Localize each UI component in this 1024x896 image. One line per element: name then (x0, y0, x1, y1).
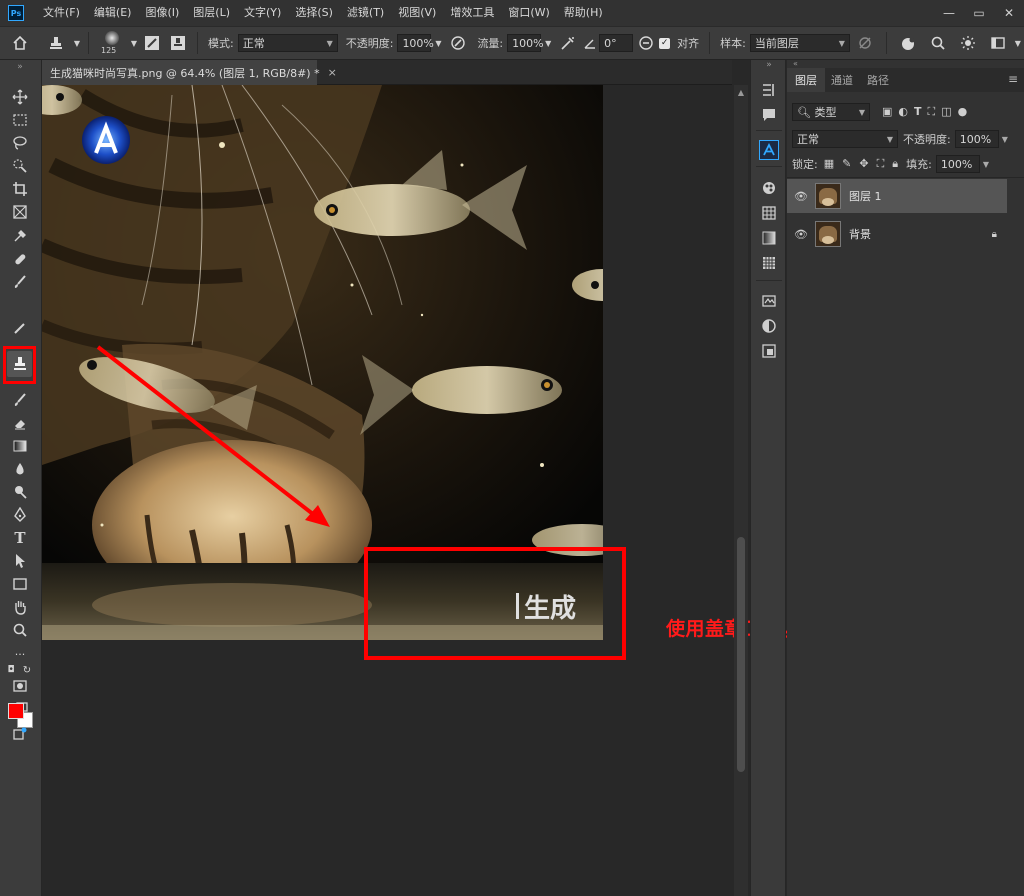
layer-filter-select[interactable]: 🔍︎ 类型 ▼ (792, 103, 870, 121)
adobe-app-icon[interactable] (759, 140, 779, 160)
lock-position-icon[interactable]: ✥ (859, 157, 868, 171)
blend-mode-select[interactable]: 正常 ▼ (792, 130, 898, 148)
tab-channels[interactable]: 通道 (823, 68, 861, 92)
layer-opacity-input[interactable]: 100% (954, 130, 999, 148)
lock-transparent-icon[interactable]: ▦ (824, 157, 834, 171)
visibility-eye-icon[interactable]: 👁︎ (787, 228, 815, 241)
comments-panel-icon[interactable] (759, 105, 779, 125)
filter-toggle-icon[interactable]: ● (958, 105, 968, 119)
search-icon: 🔍︎ (797, 106, 811, 119)
layers-panel: « 图层 通道 路径 ≡ 🔍︎ 类型 ▼ ▣ ◐ T ⛶ ◫ ● 正常 ▼ 不透… (787, 60, 1024, 896)
collapse-icon[interactable]: « (787, 60, 1024, 68)
foreground-color-swatch[interactable] (8, 703, 24, 719)
libraries-panel-icon[interactable] (759, 341, 779, 361)
panel-menu-icon[interactable]: ≡ (1008, 72, 1018, 86)
chevron-down-icon[interactable]: ▼ (1002, 135, 1008, 144)
arrow-line (96, 345, 320, 520)
fill-input[interactable]: 100% (935, 155, 980, 173)
divider (787, 177, 1024, 178)
lock-all-icon[interactable]: 🔒︎ (892, 157, 898, 171)
blend-mode-value: 正常 (797, 133, 819, 146)
chevron-down-icon: ▼ (858, 107, 865, 117)
color-panel-icon[interactable] (759, 178, 779, 198)
divider (756, 280, 782, 281)
filter-pixel-icon[interactable]: ▣ (882, 105, 892, 119)
lock-label: 锁定: (792, 158, 818, 171)
collapse-icon[interactable]: » (759, 60, 779, 70)
layer-thumbnail (815, 221, 841, 247)
patterns-panel-icon[interactable] (759, 253, 779, 273)
layer-thumbnail (815, 183, 841, 209)
adjustments-panel-icon[interactable] (759, 316, 779, 336)
layer-name: 图层 1 (849, 190, 882, 203)
chevron-down-icon: ▼ (886, 134, 893, 144)
lock-icon: 🔒︎ (991, 228, 997, 240)
panel-icon-column: » (750, 60, 786, 896)
filter-smart-object-icon[interactable]: ◫ (941, 105, 951, 119)
layers-panel-tabs: 图层 通道 路径 ≡ (787, 68, 1024, 92)
layer-name: 背景 (849, 228, 871, 241)
layer-filter-value: 类型 (814, 106, 837, 119)
layer-opacity-value: 100% (959, 132, 992, 146)
scroll-thumb[interactable] (737, 537, 745, 772)
filter-type-icon[interactable]: T (914, 105, 922, 119)
fill-value: 100% (940, 157, 973, 171)
lock-row: 锁定: ▦ ✎ ✥ ⛶ 🔒︎ 填充: 100% ▼ (787, 153, 1024, 175)
swatches-panel-icon[interactable] (759, 203, 779, 223)
tab-layers[interactable]: 图层 (787, 68, 825, 92)
blend-mode-row: 正常 ▼ 不透明度: 100% ▼ (787, 128, 1024, 150)
gradients-panel-icon[interactable] (759, 228, 779, 248)
layer-filter-row: 🔍︎ 类型 ▼ ▣ ◐ T ⛶ ◫ ● (787, 101, 1024, 123)
layer-opacity-label: 不透明度: (903, 133, 951, 146)
layer-row-layer1[interactable]: 👁︎ 图层 1 (787, 179, 1007, 213)
fill-label: 填充: (906, 158, 932, 171)
watermark-highlight-box (364, 547, 626, 660)
vertical-scrollbar[interactable]: ▲ (734, 85, 748, 896)
filter-adjustment-icon[interactable]: ◐ (898, 105, 908, 119)
divider (756, 130, 782, 131)
chevron-down-icon[interactable]: ▼ (983, 160, 989, 169)
layer-row-background[interactable]: 👁︎ 背景 🔒︎ (787, 217, 1007, 251)
lock-image-icon[interactable]: ✎ (842, 157, 851, 171)
scroll-up-icon[interactable]: ▲ (734, 85, 748, 99)
filter-shape-icon[interactable]: ⛶ (928, 105, 936, 119)
divider (756, 166, 782, 167)
tab-paths[interactable]: 路径 (859, 68, 897, 92)
visibility-eye-icon[interactable]: 👁︎ (787, 190, 815, 203)
lock-artboard-icon[interactable]: ⛶ (877, 157, 885, 171)
properties-panel-icon[interactable] (759, 290, 779, 310)
history-panel-icon[interactable] (759, 80, 779, 100)
